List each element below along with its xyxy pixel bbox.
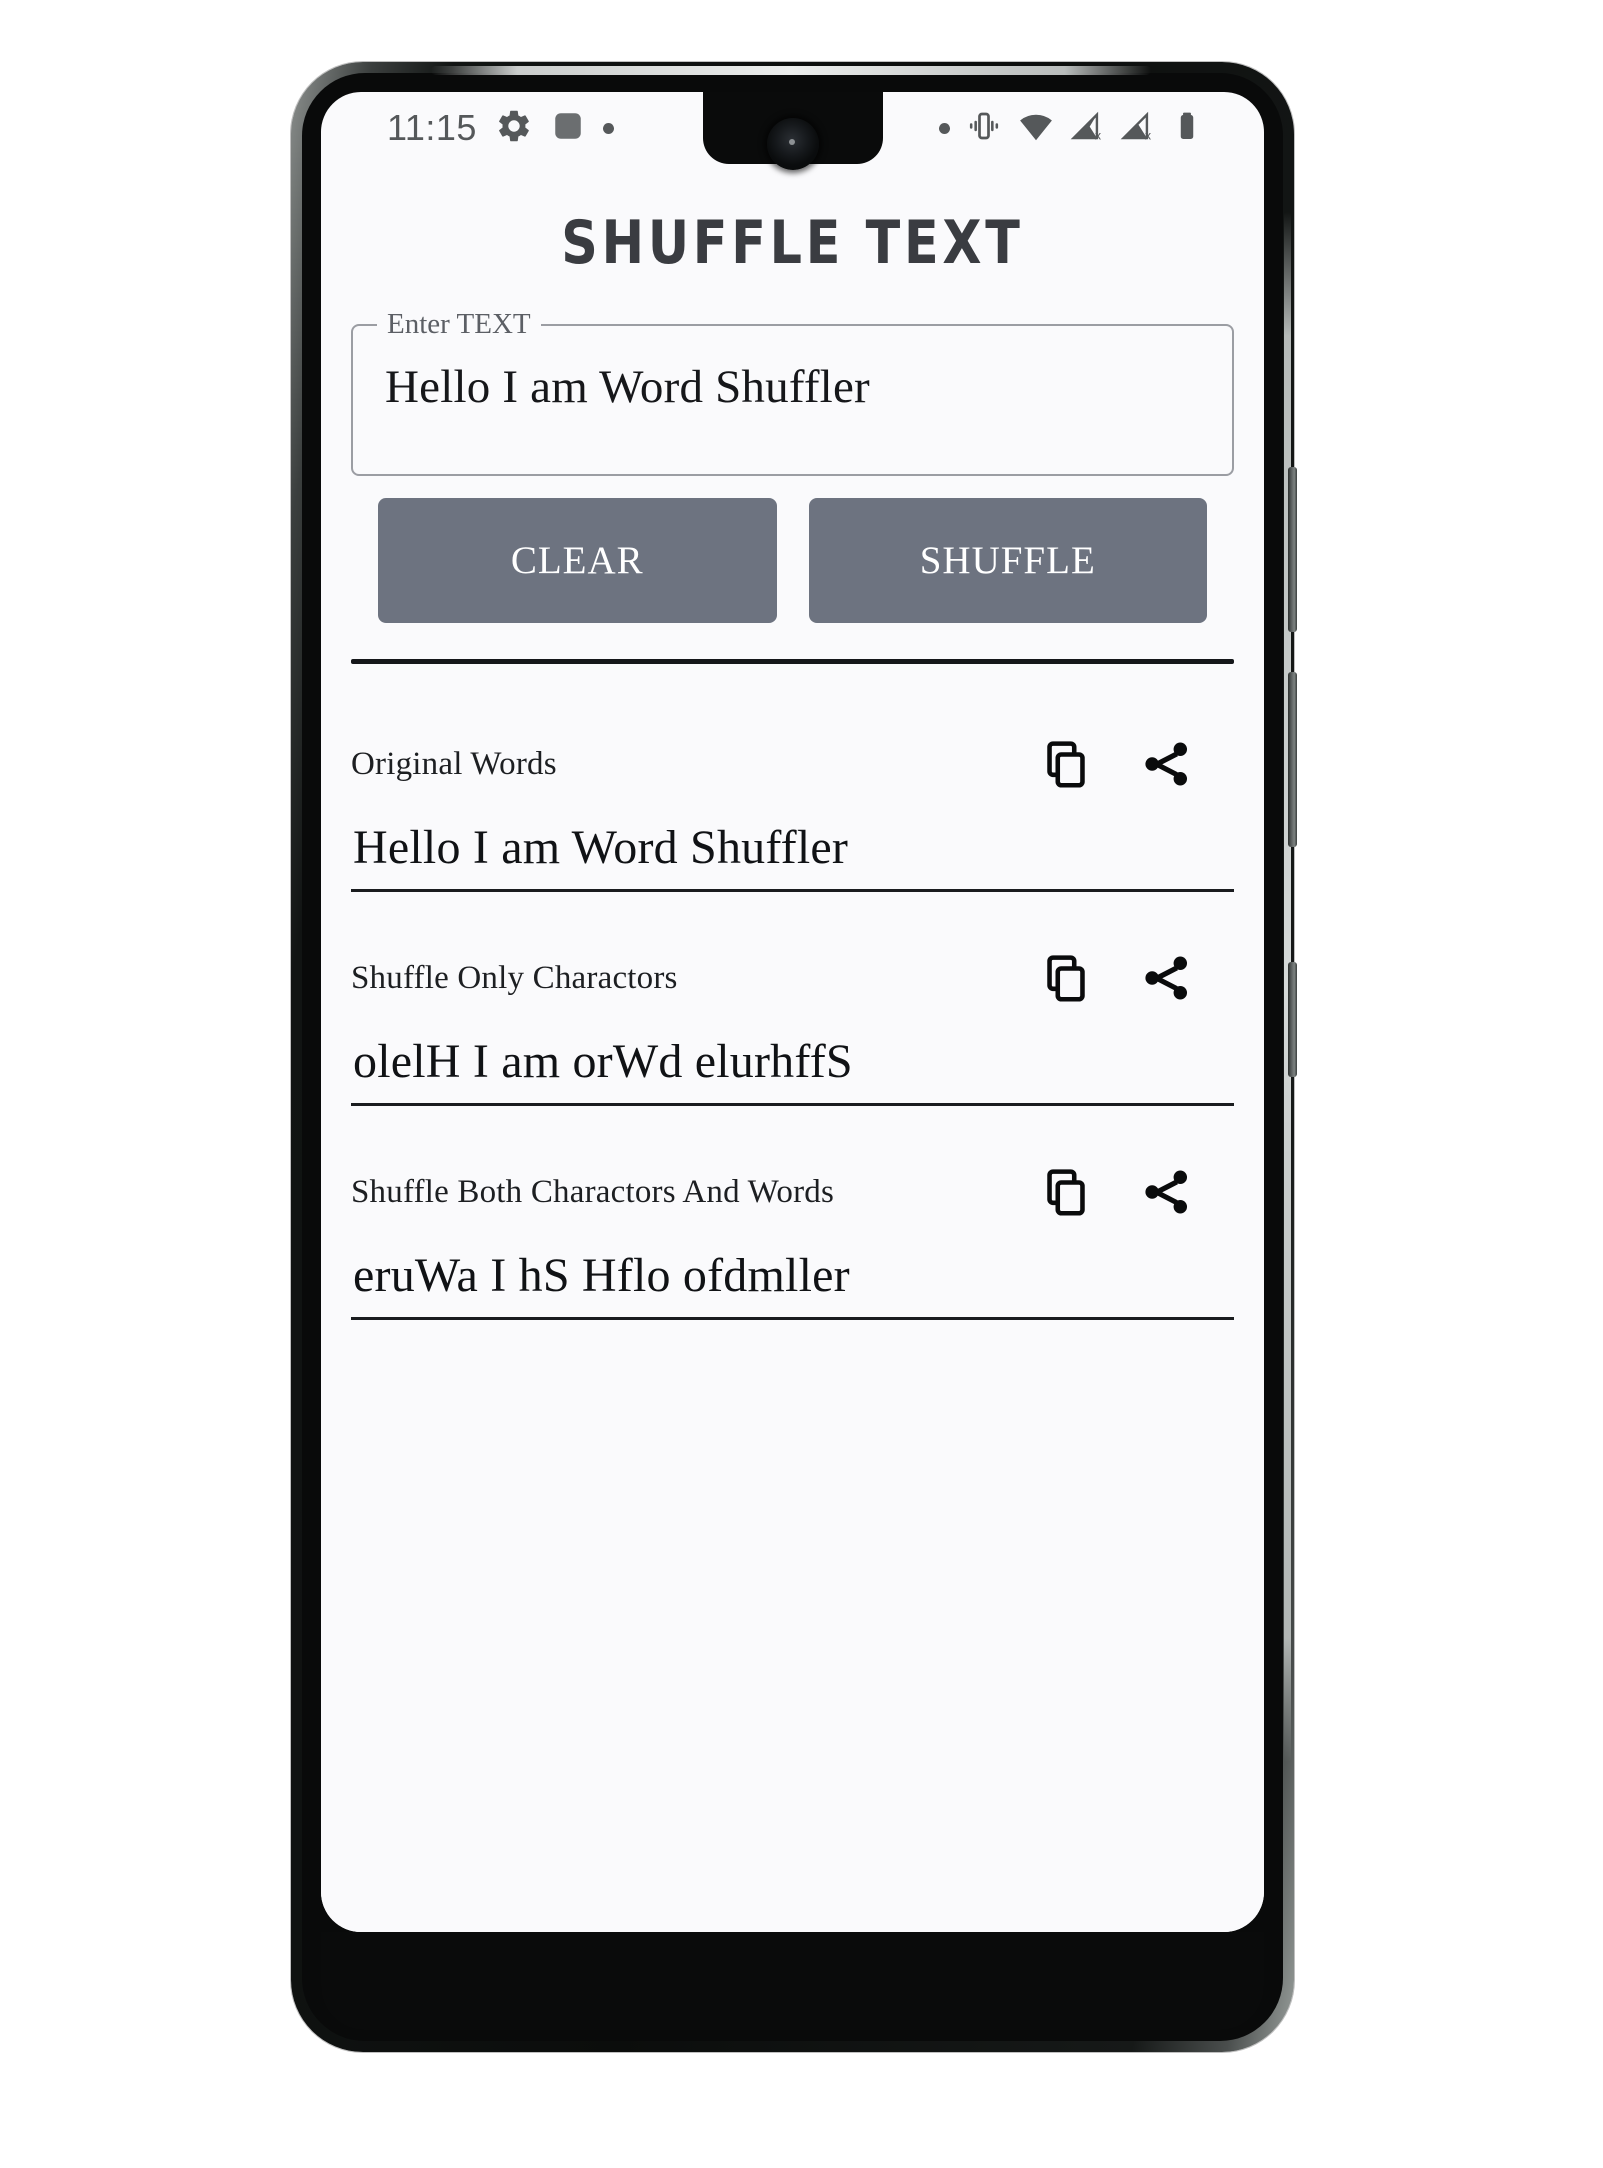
result-header: Shuffle Only Charactors xyxy=(351,944,1234,1012)
volume-down-button[interactable] xyxy=(1288,672,1297,847)
clear-button[interactable]: CLEAR xyxy=(378,498,777,623)
svg-text:x: x xyxy=(1145,128,1152,142)
status-bar-right-group: x x xyxy=(939,108,1204,149)
result-label: Shuffle Only Charactors xyxy=(351,959,678,996)
svg-text:x: x xyxy=(1095,128,1102,142)
result-divider xyxy=(351,1317,1234,1320)
action-button-row: CLEAR SHUFFLE xyxy=(378,498,1207,623)
dot-icon xyxy=(939,122,950,134)
page-title: SHUFFLE TEXT xyxy=(561,208,1024,278)
result-section-original: Original Words Hello I am Word Shuffler xyxy=(351,730,1234,892)
signal-no-sim-2-icon: x xyxy=(1120,109,1154,148)
device-chin xyxy=(321,1932,1264,2030)
result-section-shuffle-both: Shuffle Both Charactors And Words eruWa … xyxy=(351,1158,1234,1320)
result-label: Shuffle Both Charactors And Words xyxy=(351,1173,835,1210)
wifi-icon xyxy=(1018,108,1054,149)
vibrate-icon xyxy=(966,108,1002,149)
share-icon[interactable] xyxy=(1140,1166,1192,1218)
copy-icon[interactable] xyxy=(1040,1166,1092,1218)
battery-icon xyxy=(1170,109,1204,148)
result-header: Original Words xyxy=(351,730,1234,798)
result-action-group xyxy=(1040,952,1234,1004)
shuffle-button[interactable]: SHUFFLE xyxy=(808,498,1207,623)
result-label: Original Words xyxy=(351,745,557,782)
status-bar-left-group: 11:15 xyxy=(387,107,614,150)
stop-square-icon xyxy=(551,109,585,148)
result-section-shuffle-characters: Shuffle Only Charactors olelH I am orWd … xyxy=(351,944,1234,1106)
phone-device-frame: 11:15 x x SHUFFLE TEXT Enter TEXT Hello … xyxy=(291,62,1297,2052)
copy-icon[interactable] xyxy=(1040,952,1092,1004)
text-input-field[interactable]: Enter TEXT Hello I am Word Shuffler xyxy=(351,306,1234,476)
results-list: Original Words Hello I am Word Shuffler … xyxy=(321,730,1264,1320)
text-input-value[interactable]: Hello I am Word Shuffler xyxy=(385,360,870,414)
frame-top-highlight xyxy=(431,66,1151,75)
result-action-group xyxy=(1040,738,1234,790)
gear-icon xyxy=(495,107,533,150)
share-icon[interactable] xyxy=(1140,952,1192,1004)
phone-screen: 11:15 x x SHUFFLE TEXT Enter TEXT Hello … xyxy=(321,92,1264,1932)
volume-up-button[interactable] xyxy=(1288,467,1297,632)
app-content: SHUFFLE TEXT Enter TEXT Hello I am Word … xyxy=(321,164,1264,1932)
result-header: Shuffle Both Charactors And Words xyxy=(351,1158,1234,1226)
status-clock: 11:15 xyxy=(387,107,477,148)
signal-no-sim-1-icon: x xyxy=(1070,109,1104,148)
share-icon[interactable] xyxy=(1140,738,1192,790)
text-input-label: Enter TEXT xyxy=(377,306,541,342)
status-bar: 11:15 x x xyxy=(321,92,1264,164)
copy-icon[interactable] xyxy=(1040,738,1092,790)
section-divider xyxy=(351,659,1234,664)
result-value: olelH I am orWd elurhffS xyxy=(353,1035,853,1088)
result-action-group xyxy=(1040,1166,1234,1218)
result-value: eruWa I hS Hflo ofdmller xyxy=(353,1249,850,1302)
dot-icon xyxy=(602,122,614,134)
power-button[interactable] xyxy=(1288,962,1297,1077)
result-value: Hello I am Word Shuffler xyxy=(353,821,849,874)
